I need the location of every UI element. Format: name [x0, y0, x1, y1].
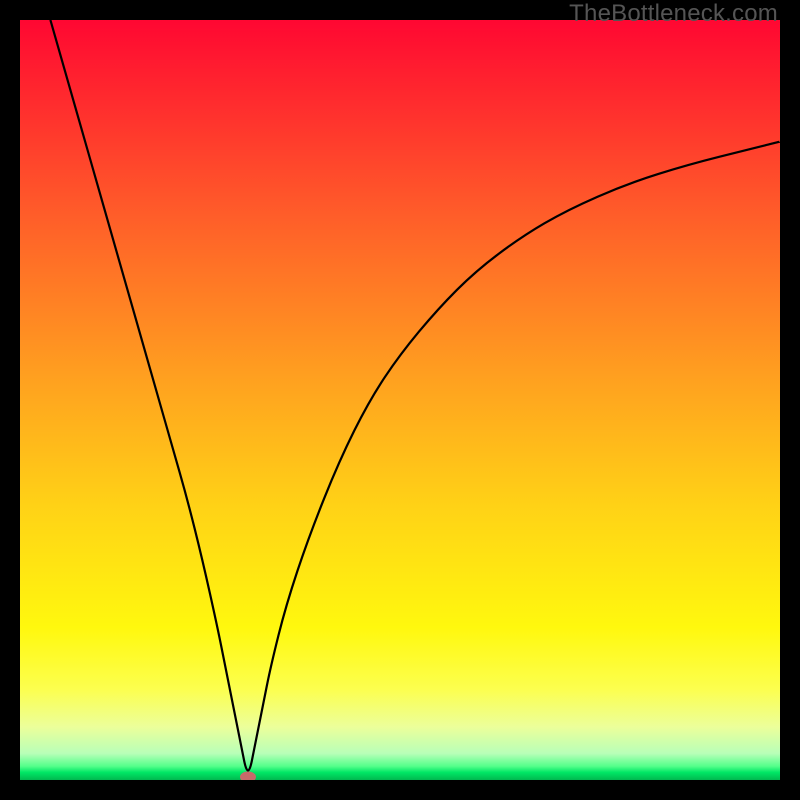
watermark-text: TheBottleneck.com — [569, 0, 778, 28]
chart-border — [0, 0, 800, 800]
